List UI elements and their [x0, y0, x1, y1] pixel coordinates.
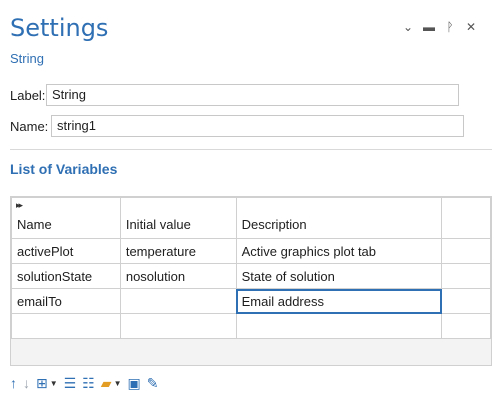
name-field[interactable]: string1 — [51, 115, 464, 137]
table-row — [11, 313, 491, 339]
cell-spacer — [441, 238, 491, 264]
chevron-down-icon[interactable]: ⌄ — [402, 20, 414, 34]
cell-initial-value[interactable]: temperature — [119, 238, 237, 264]
move-down-icon[interactable]: ↓ — [23, 375, 30, 391]
expand-icon[interactable]: ▸▸ — [16, 200, 23, 211]
label-row: Label: String — [10, 84, 459, 106]
column-header-initial-value[interactable]: Initial value — [119, 197, 237, 239]
column-header-name[interactable]: ▸▸ Name — [11, 197, 121, 239]
table-header-row: ▸▸ Name Initial value Description — [11, 197, 491, 239]
cell-name[interactable]: activePlot — [11, 238, 121, 264]
page-subtitle: String — [10, 51, 44, 66]
section-divider — [10, 149, 492, 150]
clear-table-icon[interactable]: ☷ — [82, 375, 95, 392]
column-header-spacer — [441, 197, 491, 239]
section-title: List of Variables — [10, 161, 118, 177]
cell-description[interactable] — [235, 313, 443, 339]
cell-description[interactable]: Active graphics plot tab — [235, 238, 443, 264]
table-row: solutionState nosolution State of soluti… — [11, 263, 491, 289]
insert-icon[interactable]: ⊞ ▼ — [36, 375, 58, 392]
cell-name[interactable]: emailTo — [11, 288, 121, 314]
move-up-icon[interactable]: ↑ — [10, 375, 17, 391]
pin-icon[interactable]: ᚹ — [444, 20, 456, 34]
column-header-description[interactable]: Description — [235, 197, 443, 239]
open-folder-icon[interactable]: ▰ ▼ — [101, 375, 122, 392]
table-row: activePlot temperature Active graphics p… — [11, 238, 491, 264]
table-toolbar: ↑ ↓ ⊞ ▼ ☰ ☷ ▰ ▼ ▣ ✎ — [10, 372, 158, 394]
window-controls: ⌄ ▬ ᚹ ✕ — [402, 20, 477, 34]
cell-description-active[interactable]: Email address — [235, 288, 443, 314]
cell-name[interactable]: solutionState — [11, 263, 121, 289]
cell-initial-value[interactable] — [119, 313, 237, 339]
cell-description[interactable]: State of solution — [235, 263, 443, 289]
table-row: emailTo Email address — [11, 288, 491, 314]
cell-spacer — [441, 313, 491, 339]
cell-spacer — [441, 263, 491, 289]
variables-table: ▸▸ Name Initial value Description activeP… — [10, 196, 492, 366]
edit-icon[interactable]: ✎ — [147, 375, 159, 392]
maximize-icon[interactable]: ▬ — [423, 20, 435, 34]
cell-spacer — [441, 288, 491, 314]
close-icon[interactable]: ✕ — [465, 20, 477, 34]
cell-initial-value[interactable]: nosolution — [119, 263, 237, 289]
name-row: Name: string1 — [10, 115, 464, 137]
label-field[interactable]: String — [46, 84, 459, 106]
cell-initial-value[interactable] — [119, 288, 237, 314]
save-icon[interactable]: ▣ — [127, 375, 140, 392]
page-title: Settings — [10, 14, 109, 42]
add-row-icon[interactable]: ☰ — [64, 375, 77, 392]
cell-name[interactable] — [11, 313, 121, 339]
